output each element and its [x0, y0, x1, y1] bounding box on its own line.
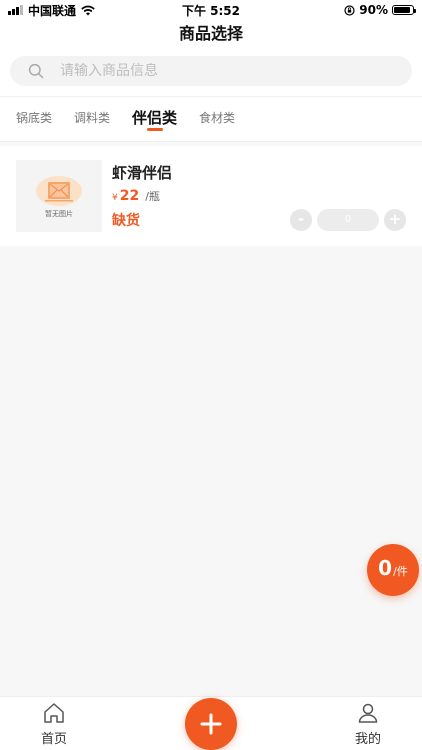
- tab-companion[interactable]: 伴侣类: [132, 96, 177, 142]
- category-tabs: 锅底类 调料类 伴侣类 食材类: [0, 96, 422, 142]
- nav-mine[interactable]: 我的: [338, 701, 398, 747]
- search-bar: [0, 48, 422, 96]
- price-unit: /瓶: [145, 190, 160, 203]
- wifi-icon: [81, 5, 95, 15]
- product-name: 虾滑伴侣: [112, 164, 173, 182]
- search-input[interactable]: [60, 63, 390, 79]
- price-currency: ¥: [112, 193, 118, 203]
- status-left: 中国联通: [8, 2, 158, 19]
- signal-icon: [8, 5, 23, 15]
- stock-status-badge: 缺货: [112, 213, 140, 229]
- user-icon: [358, 703, 378, 723]
- image-placeholder-icon: [36, 175, 82, 206]
- nav-home-label: 首页: [40, 732, 67, 747]
- cart-button[interactable]: 0 /件: [367, 544, 419, 596]
- search-box[interactable]: [10, 56, 412, 86]
- status-right: 90%: [264, 3, 416, 17]
- product-price: ¥ 22 /瓶: [112, 188, 160, 204]
- image-placeholder-text: 暂无图片: [45, 209, 73, 218]
- add-button[interactable]: [185, 698, 237, 750]
- home-icon: [44, 703, 64, 723]
- quantity-stepper: - 0 +: [290, 209, 406, 231]
- product-image-placeholder: 暂无图片: [16, 160, 102, 232]
- nav-mine-label: 我的: [354, 732, 381, 747]
- tab-seasoning[interactable]: 调料类: [74, 96, 110, 142]
- tab-ingredients[interactable]: 食材类: [199, 96, 235, 142]
- increase-quantity-button[interactable]: +: [384, 209, 406, 231]
- product-select-screen: 中国联通 下午 5:52 90% 商品选择 请输入商品信息 锅底类 调料类 伴侣…: [0, 0, 422, 750]
- status-time: 下午 5:52: [181, 3, 241, 18]
- battery-percent: 90%: [359, 3, 388, 17]
- plus-icon: [200, 713, 222, 735]
- cart-unit: /件: [393, 565, 408, 578]
- orientation-lock-icon: [344, 4, 355, 16]
- product-card[interactable]: 暂无图片 虾滑伴侣 ¥ 22 /瓶 缺货 - 0 +: [0, 146, 422, 246]
- tab-hotpot-base[interactable]: 锅底类: [16, 96, 52, 142]
- price-value: 22: [119, 188, 140, 204]
- nav-home[interactable]: 首页: [24, 701, 84, 747]
- page-title: 商品选择: [0, 20, 422, 48]
- battery-icon: [392, 5, 416, 15]
- carrier-label: 中国联通: [28, 3, 77, 18]
- decrease-quantity-button[interactable]: -: [290, 209, 312, 231]
- status-bar: 中国联通 下午 5:52 90%: [0, 0, 422, 20]
- cart-count: 0: [378, 556, 393, 580]
- quantity-field[interactable]: 0: [317, 209, 379, 231]
- search-icon: [28, 63, 44, 79]
